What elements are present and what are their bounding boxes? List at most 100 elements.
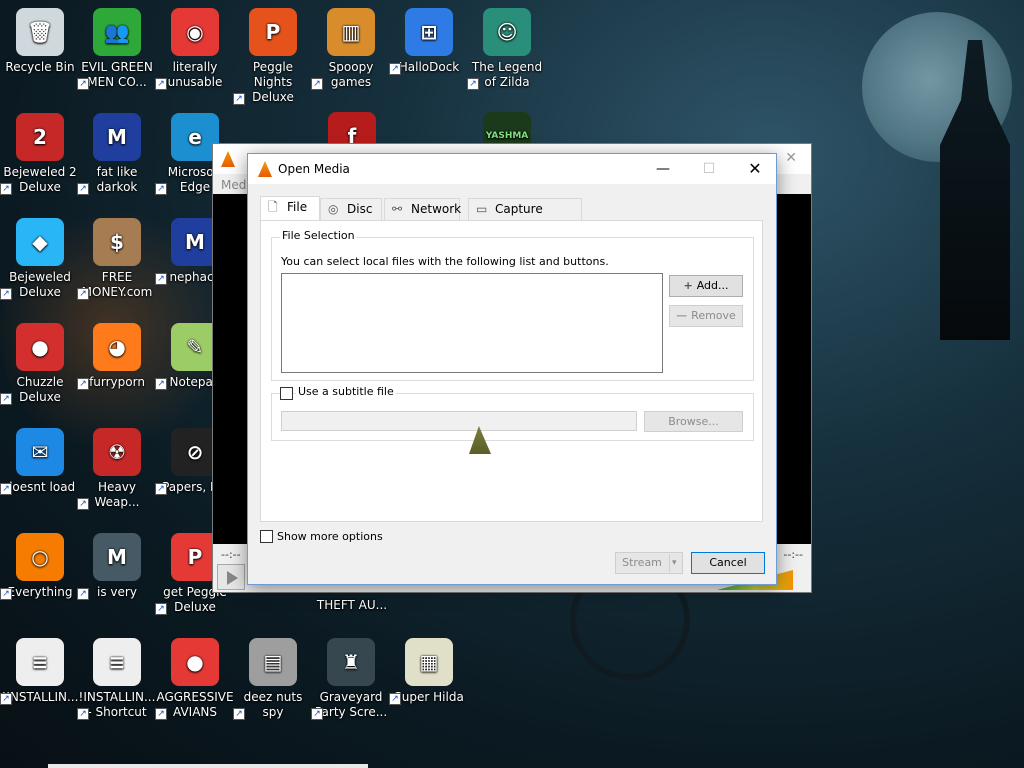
desktop-icon[interactable]: ↗ ○ Everything: [0, 533, 80, 600]
desktop-icon[interactable]: ↗ ◉ literally unusable: [155, 8, 235, 90]
chevron-down-icon[interactable]: ▾: [672, 553, 677, 573]
file-icon: 🗋: [268, 200, 278, 214]
desktop-icon[interactable]: ↗ ☢ Heavy Weap...: [77, 428, 157, 510]
desktop-icon-label: doesnt load: [4, 480, 76, 494]
shortcut-arrow-icon: ↗: [155, 483, 167, 495]
shortcut-arrow-icon: ↗: [233, 708, 245, 720]
desktop-icon[interactable]: 🗑 Recycle Bin: [0, 8, 80, 75]
desktop-icon[interactable]: ↗ ⊞ HalloDock: [389, 8, 469, 75]
app-icon: M: [93, 113, 141, 161]
tab-file[interactable]: 🗋 File: [260, 196, 320, 221]
desktop-icon[interactable]: ↗ ✉ doesnt load: [0, 428, 80, 495]
desktop-icon[interactable]: ↗ ◕ furryporn: [77, 323, 157, 390]
shortcut-arrow-icon: ↗: [155, 708, 167, 720]
app-icon: ☺: [483, 8, 531, 56]
browse-button[interactable]: Browse...: [644, 411, 743, 432]
shortcut-arrow-icon: ↗: [155, 603, 167, 615]
desktop-icon-theft-auto-label[interactable]: THEFT AU...: [312, 598, 392, 613]
subtitle-path-input[interactable]: [281, 411, 637, 431]
desktop-icon[interactable]: ↗ ▤ deez nuts spy: [233, 638, 313, 720]
desktop-icon-label: furryporn: [89, 375, 145, 389]
shortcut-arrow-icon: ↗: [77, 498, 89, 510]
desktop-icon[interactable]: ↗ P Peggle Nights Deluxe: [233, 8, 313, 105]
vlc-close-icon[interactable]: ✕: [785, 150, 797, 166]
minimize-button[interactable]: —: [640, 154, 686, 184]
app-icon: ⊞: [405, 8, 453, 56]
remove-button[interactable]: — Remove: [669, 305, 743, 327]
theft-auto-label: THEFT AU...: [316, 598, 388, 612]
shortcut-arrow-icon: ↗: [77, 588, 89, 600]
desktop-icon-label: HalloDock: [398, 60, 460, 74]
desktop-icon[interactable]: ↗ ▥ Spoopy games: [311, 8, 391, 90]
desktop-icon[interactable]: ↗ ● Chuzzle Deluxe: [0, 323, 80, 405]
capture-device-icon: ▭: [476, 202, 488, 216]
shortcut-arrow-icon: ↗: [311, 708, 323, 720]
desktop-icon[interactable]: ↗ ☺ The Legend of Zilda: [467, 8, 547, 90]
app-icon: ▤: [249, 638, 297, 686]
desktop-icon-label: Recycle Bin: [5, 60, 75, 74]
shortcut-arrow-icon: ↗: [77, 288, 89, 300]
maximize-button[interactable]: ☐: [686, 154, 732, 184]
shortcut-arrow-icon: ↗: [389, 693, 401, 705]
desktop-icon-label: fat like darkok: [96, 165, 138, 194]
desktop-icon[interactable]: ↗ Mis very: [77, 533, 157, 600]
show-more-options-label[interactable]: Show more options: [277, 530, 383, 543]
tab-disc[interactable]: ◎ Disc: [320, 198, 382, 220]
file-list[interactable]: [281, 273, 663, 373]
desktop-icon[interactable]: ↗ ● AGGRESSIVE AVIANS: [155, 638, 235, 720]
show-more-options-checkbox[interactable]: [260, 530, 273, 543]
add-button[interactable]: + Add...: [669, 275, 743, 297]
dialog-title: Open Media: [278, 162, 350, 176]
tab-network[interactable]: ⚯ Network: [384, 198, 461, 220]
dialog-titlebar[interactable]: Open Media — ☐ ✕: [248, 154, 776, 184]
app-icon: ▦: [405, 638, 453, 686]
file-selection-group: File Selection You can select local file…: [271, 229, 754, 381]
tab-capture-device[interactable]: ▭ Capture Device: [468, 198, 582, 236]
app-icon: ●: [171, 638, 219, 686]
tab-disc-label: Disc: [347, 202, 373, 216]
tab-file-label: File: [287, 200, 308, 214]
app-icon: 2: [16, 113, 64, 161]
shortcut-arrow-icon: ↗: [77, 183, 89, 195]
vlc-cone-icon: [221, 151, 235, 167]
vlc-play-button[interactable]: [217, 564, 245, 590]
stream-button-label: Stream: [622, 556, 662, 569]
desktop-icon[interactable]: ↗ Mfat like darkok: [77, 113, 157, 195]
file-tab-panel: File Selection You can select local file…: [260, 220, 763, 522]
subtitle-label[interactable]: Use a subtitle file: [296, 385, 396, 398]
desktop-icon[interactable]: ↗ ≡ !INSTALLIN... - Shortcut: [77, 638, 157, 720]
shortcut-arrow-icon: ↗: [0, 483, 12, 495]
shortcut-arrow-icon: ↗: [0, 183, 12, 195]
cancel-button[interactable]: Cancel: [691, 552, 765, 574]
desktop-icon-label: EVIL GREEN MEN CO...: [81, 60, 153, 89]
shortcut-arrow-icon: ↗: [467, 78, 479, 90]
desktop-icon-label: Bejeweled 2 Deluxe: [3, 165, 77, 194]
subtitle-checkbox[interactable]: [280, 387, 293, 400]
shortcut-arrow-icon: ↗: [77, 78, 89, 90]
vlc-media-menu[interactable]: Medi: [221, 178, 250, 192]
desktop-icon-label: !INSTALLIN...: [1, 690, 79, 704]
desktop-icon[interactable]: ↗ $ FREE MONEY.com: [77, 218, 157, 300]
app-icon: ◆: [16, 218, 64, 266]
desktop-icon[interactable]: ↗ 👥 EVIL GREEN MEN CO...: [77, 8, 157, 90]
app-icon: P: [249, 8, 297, 56]
desktop-icon[interactable]: ↗ 2 Bejeweled 2 Deluxe: [0, 113, 80, 195]
shortcut-arrow-icon: ↗: [0, 393, 12, 405]
desktop-icon[interactable]: ↗ ♜ Graveyard Party Scre...: [311, 638, 391, 720]
desktop-icon-label: !INSTALLIN... - Shortcut: [78, 690, 156, 719]
file-selection-help: You can select local files with the foll…: [281, 255, 609, 268]
shortcut-arrow-icon: ↗: [0, 288, 12, 300]
desktop-icon[interactable]: ↗ ▦ Super Hilda: [389, 638, 469, 705]
desktop-icon-label: Graveyard Party Scre...: [314, 690, 388, 719]
minus-icon: —: [676, 309, 688, 322]
close-button[interactable]: ✕: [732, 154, 778, 184]
shortcut-arrow-icon: ↗: [233, 93, 245, 105]
vlc-cone-icon: [258, 161, 272, 177]
app-icon: ≡: [93, 638, 141, 686]
desktop-icon-label: Everything: [7, 585, 73, 599]
shortcut-arrow-icon: ↗: [155, 78, 167, 90]
desktop-icon[interactable]: ↗ ≡ !INSTALLIN...: [0, 638, 80, 705]
app-icon: ●: [16, 323, 64, 371]
desktop-icon-label: Chuzzle Deluxe: [16, 375, 64, 404]
desktop-icon[interactable]: ↗ ◆ Bejeweled Deluxe: [0, 218, 80, 300]
